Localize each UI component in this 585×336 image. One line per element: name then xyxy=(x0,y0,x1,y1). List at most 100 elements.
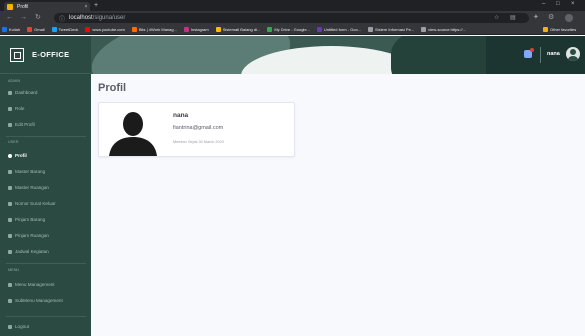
brand-name: E-OFFICE xyxy=(32,50,70,59)
sidebar-item-label: Role xyxy=(15,106,25,111)
sidebar-item-label: Pinjam Barang xyxy=(15,217,46,222)
address-bar[interactable]: ⓘ localhost /siguna/user ☆ ▤ xyxy=(54,13,529,23)
reload-icon[interactable]: ↻ xyxy=(35,13,41,23)
settings-icon[interactable]: ⚙ xyxy=(548,13,554,23)
forward-icon[interactable]: → xyxy=(20,13,27,23)
star-icon[interactable]: ☆ xyxy=(494,14,499,21)
sidebar-item-label: Menu Management xyxy=(15,282,55,287)
topbar-divider xyxy=(540,47,541,63)
bookmark-icon xyxy=(131,27,137,32)
bookmark-icon xyxy=(27,27,33,32)
bookmark-item[interactable]: My Drive - Google... xyxy=(267,27,310,32)
mail-icon xyxy=(8,201,12,206)
bookmark-icon xyxy=(316,27,322,32)
section-menu: MENU xyxy=(8,268,20,272)
sidebar-item-pinjam-ruangan[interactable]: Pinjam Ruangan xyxy=(8,233,49,238)
brand[interactable]: E-OFFICE xyxy=(0,36,91,74)
borrow-icon xyxy=(8,217,12,222)
sidebar-item-submenu-management[interactable]: SubMenu Management xyxy=(8,298,63,303)
bookmark-item[interactable]: www.youtube.com xyxy=(85,27,125,32)
browser-toolbar: ← → ↻ ⓘ localhost /siguna/user ☆ ▤ ✦ ⚙ xyxy=(0,11,585,25)
favicon-icon xyxy=(7,3,13,10)
sidebar-item-edit-profil[interactable]: Edit Profil xyxy=(8,122,35,127)
url-host: localhost xyxy=(69,15,93,21)
sidebar-item-dashboard[interactable]: Dashboard xyxy=(8,90,37,95)
url-path: /siguna/user xyxy=(92,15,126,21)
user-avatar[interactable] xyxy=(566,47,580,61)
sidebar-item-label: Edit Profil xyxy=(15,122,35,127)
bookmark-icon xyxy=(267,27,273,32)
bookmark-item[interactable]: Sistemati Balang di... xyxy=(215,27,261,32)
sidebar-item-pinjam-barang[interactable]: Pinjam Barang xyxy=(8,217,45,222)
tab-close-icon[interactable]: × xyxy=(82,4,90,10)
bookmark-label: Gmail xyxy=(34,27,45,32)
extensions-icon[interactable]: ✦ xyxy=(533,13,539,23)
bookmark-icon xyxy=(368,27,374,32)
minimize-button[interactable]: – xyxy=(542,1,545,7)
user-icon xyxy=(8,153,12,158)
profile-member-since: Member Sejak 30 March 2020 xyxy=(173,140,224,144)
user-icon xyxy=(8,106,12,111)
sidebar-item-jadwal-kegiatan[interactable]: Jadwal Kegiatan xyxy=(8,249,49,254)
bookmark-item[interactable]: view-source:https://... xyxy=(421,27,466,32)
bookmark-icon xyxy=(2,27,7,32)
sidebar-divider xyxy=(6,316,86,317)
bookmark-item[interactable]: Instagram xyxy=(183,27,209,32)
bookmark-item[interactable]: Untitled form - Goo... xyxy=(316,27,362,32)
bookmark-item[interactable]: Sistem Informasi Pe... xyxy=(368,27,414,32)
sidebar-item-profil[interactable]: Profil xyxy=(8,153,27,158)
bookmark-label: Sistem Informasi Pe... xyxy=(375,27,415,32)
sidebar-item-label: Nomor Surat Keluar xyxy=(15,201,56,206)
profile-email: fiantrina@gmail.com xyxy=(173,125,224,131)
topbar-username[interactable]: nana xyxy=(547,51,560,57)
building-icon xyxy=(10,47,24,62)
sidebar-item-label: Profil xyxy=(15,153,27,158)
other-bookmarks[interactable]: Other favorites xyxy=(543,27,576,32)
topbar: nana xyxy=(91,36,585,74)
back-icon[interactable]: ← xyxy=(6,13,13,23)
room-icon xyxy=(8,185,12,190)
sidebar-item-menu-management[interactable]: Menu Management xyxy=(8,282,55,287)
new-tab-button[interactable]: + xyxy=(94,2,98,10)
browser-tab-bar: Profil × + – □ × xyxy=(0,0,585,11)
maximize-button[interactable]: □ xyxy=(556,1,560,7)
bookmark-label: Untitled form - Goo... xyxy=(323,27,362,32)
other-bookmarks-label: Other favorites xyxy=(550,27,577,32)
bookmark-icon xyxy=(51,27,57,32)
reading-list-icon[interactable]: ▤ xyxy=(510,14,516,21)
box-icon xyxy=(8,169,12,174)
sidebar-item-label: Master Barang xyxy=(15,169,46,174)
sidebar-item-logout[interactable]: Logout xyxy=(8,324,29,329)
bookmark-item[interactable]: Bits | 4Work Manag... xyxy=(131,27,177,32)
browser-tab[interactable]: Profil × xyxy=(4,2,90,11)
browser-profile-icon[interactable] xyxy=(565,14,573,22)
door-icon xyxy=(8,233,12,238)
site-info-icon[interactable]: ⓘ xyxy=(59,14,65,23)
bookmark-item[interactable]: Gmail xyxy=(27,27,45,32)
folder-icon xyxy=(543,27,548,32)
bookmark-label: Instagram xyxy=(190,27,209,32)
profile-name: nana xyxy=(173,112,189,119)
logout-icon xyxy=(8,324,12,329)
folder-open-icon xyxy=(8,298,12,303)
folder-icon xyxy=(8,282,12,287)
sidebar-item-label: Pinjam Ruangan xyxy=(15,233,49,238)
bookmark-label: view-source:https://... xyxy=(428,27,466,32)
profile-card: nana fiantrina@gmail.com Member Sejak 30… xyxy=(98,102,295,157)
sidebar-item-role[interactable]: Role xyxy=(8,106,24,111)
dashboard-icon xyxy=(8,90,12,95)
sidebar-item-master-ruangan[interactable]: Master Ruangan xyxy=(8,185,49,190)
sidebar-item-master-barang[interactable]: Master Barang xyxy=(8,169,45,174)
bookmark-label: Bits | 4Work Manag... xyxy=(138,27,177,32)
bookmark-label: Kuliah xyxy=(9,27,21,32)
calendar-icon xyxy=(8,249,12,254)
bookmark-label: Sistemati Balang di... xyxy=(222,27,261,32)
sidebar-item-label: SubMenu Management xyxy=(15,298,63,303)
sidebar-item-nomor-surat-keluar[interactable]: Nomor Surat Keluar xyxy=(8,201,56,206)
close-window-button[interactable]: × xyxy=(571,1,575,7)
notification-icon[interactable] xyxy=(524,48,534,58)
sidebar: E-OFFICE ADMIN Dashboard Role Edit Profi… xyxy=(0,36,91,336)
bookmark-item[interactable]: Kuliah xyxy=(2,27,20,32)
bookmark-item[interactable]: TweetDeck xyxy=(51,27,78,32)
profile-photo xyxy=(105,106,161,156)
